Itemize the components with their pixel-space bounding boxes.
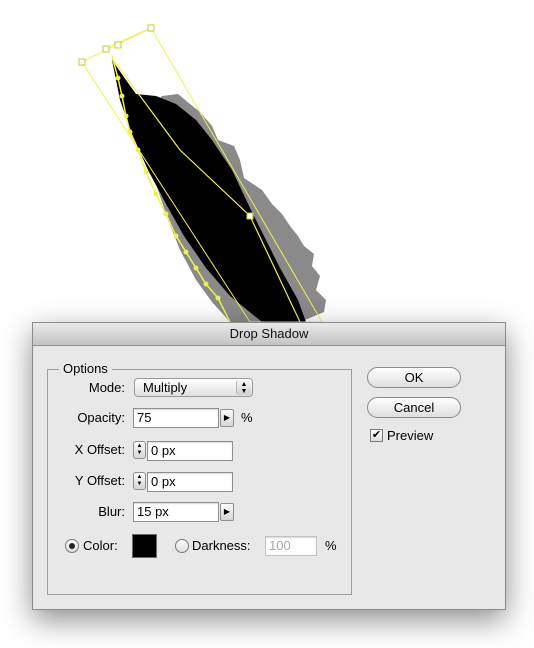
artwork-canvas[interactable] <box>0 0 534 330</box>
popup-arrows-icon: ▲ ▼ <box>236 380 251 395</box>
x-offset-field[interactable]: 0 px <box>147 441 233 461</box>
handle-mid-right[interactable] <box>246 212 254 220</box>
handle-top-left[interactable] <box>78 58 86 66</box>
darkness-unit: % <box>325 538 337 553</box>
handle-top-right[interactable] <box>147 24 155 32</box>
y-offset-label: Y Offset: <box>74 473 125 488</box>
opacity-field[interactable]: 75 <box>133 408 219 428</box>
handle-corner[interactable] <box>102 45 110 53</box>
darkness-radio[interactable] <box>175 539 189 553</box>
mode-popup[interactable]: Multiply ▲ ▼ <box>134 378 253 397</box>
y-offset-field[interactable]: 0 px <box>147 472 233 492</box>
color-swatch[interactable] <box>132 534 157 558</box>
opacity-unit: % <box>241 410 253 425</box>
bounding-box-edge <box>105 27 152 49</box>
preview-checkbox[interactable]: ✔ <box>370 429 383 442</box>
color-label: Color: <box>83 538 118 553</box>
blur-label: Blur: <box>98 504 125 519</box>
checkmark-icon: ✔ <box>371 429 382 441</box>
darkness-label: Darkness: <box>192 538 251 553</box>
darkness-field: 100 <box>265 536 317 556</box>
cancel-button[interactable]: Cancel <box>367 397 461 418</box>
handle-top-mid[interactable] <box>114 41 122 49</box>
opacity-label: Opacity: <box>77 410 125 425</box>
x-offset-label: X Offset: <box>74 442 125 457</box>
options-group-title: Options <box>59 361 112 376</box>
ok-button[interactable]: OK <box>367 367 461 388</box>
preview-label: Preview <box>387 428 434 443</box>
mode-label: Mode: <box>88 380 125 395</box>
color-radio[interactable] <box>65 539 79 553</box>
dialog-title: Drop Shadow <box>33 323 505 346</box>
opacity-dropdown-arrow-icon[interactable]: ▶ <box>220 409 234 427</box>
mode-value: Multiply <box>143 380 188 395</box>
blur-dropdown-arrow-icon[interactable]: ▶ <box>220 503 234 521</box>
blur-field[interactable]: 15 px <box>133 502 219 522</box>
x-offset-stepper-icon[interactable]: ▲ ▼ <box>133 441 146 459</box>
y-offset-stepper-icon[interactable]: ▲ ▼ <box>133 472 146 490</box>
drop-shadow-dialog: Drop Shadow Options Mode: Multiply ▲ ▼ Op… <box>32 322 506 610</box>
